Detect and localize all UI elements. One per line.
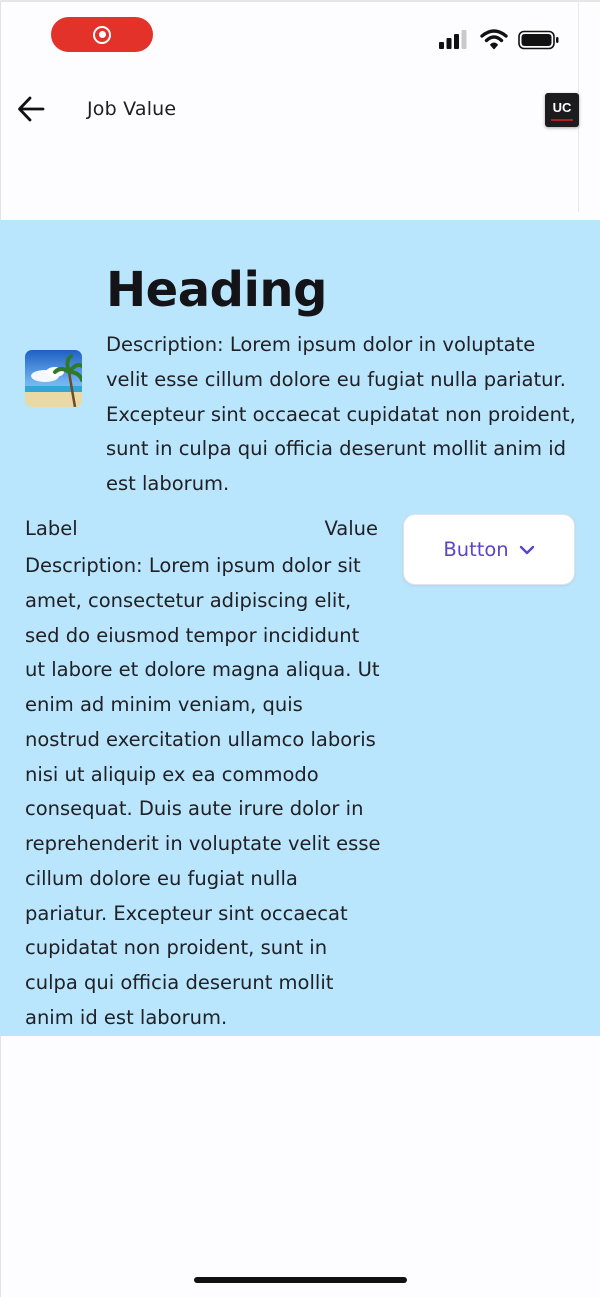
uc-badge[interactable]: UC (545, 93, 579, 127)
dropdown-button-label: Button (443, 538, 509, 561)
detail-value: Value (324, 517, 378, 540)
detail-label: Label (25, 517, 78, 540)
hero-description: Description: Lorem ipsum dolor in volupt… (106, 333, 576, 496)
signal-icon (439, 30, 467, 49)
record-icon (93, 25, 111, 44)
wifi-icon (480, 29, 508, 50)
battery-icon (518, 30, 559, 50)
heading: Heading (106, 262, 327, 318)
top-border (0, 0, 600, 2)
home-indicator[interactable] (194, 1277, 407, 1283)
content-section: Heading Description: Lorem ipsum dolor i… (0, 220, 600, 1036)
page-title: Job Value (87, 98, 177, 120)
detail-description: Description: Lorem ipsum dolor sit amet,… (25, 554, 381, 1029)
uc-badge-label: UC (552, 100, 572, 115)
chevron-down-icon (519, 545, 534, 554)
back-arrow-icon[interactable] (16, 95, 46, 123)
dropdown-button[interactable]: Button (403, 514, 575, 585)
screen-recording-indicator[interactable] (51, 17, 153, 52)
beach-image (25, 350, 82, 407)
